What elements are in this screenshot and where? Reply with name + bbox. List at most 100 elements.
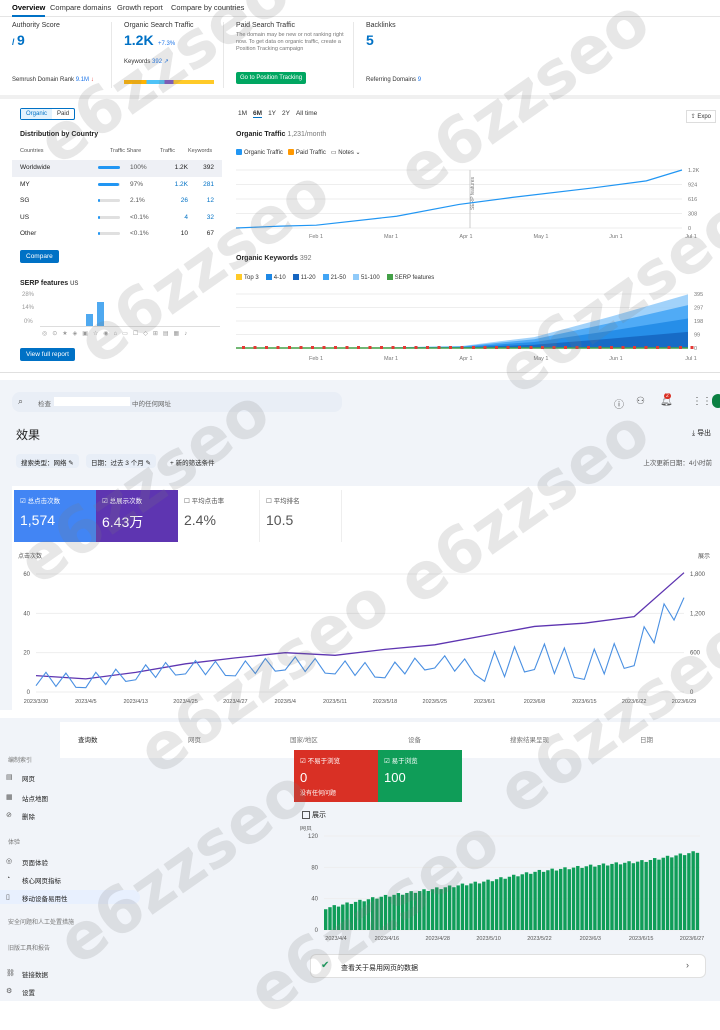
mobile-friendly-card[interactable]: ☑ 易于浏览 100 xyxy=(378,750,462,802)
table-row[interactable]: Other <0.1% 10 67 xyxy=(12,226,222,243)
time-range-selector: 1M 6M 1Y 2Y All time xyxy=(238,110,317,118)
table-row[interactable]: SG 2.1% 26 12 xyxy=(12,193,222,210)
range-1[interactable]: 6M xyxy=(253,110,263,118)
serp-marker xyxy=(506,346,510,349)
mobile-bar xyxy=(657,859,661,930)
range-4[interactable]: All time xyxy=(296,110,317,118)
add-filter-button[interactable]: + 新的筛选条件 xyxy=(170,457,215,467)
legend-item[interactable]: 11-20 xyxy=(292,274,316,281)
nav-section[interactable]: 编制索引 xyxy=(0,752,120,766)
url-inspect-search[interactable]: ⌕ 检查 中的任何网址 xyxy=(12,392,342,412)
position-tracking-button[interactable]: Go to Position Tracking xyxy=(236,72,307,84)
backlinks-value[interactable]: 5 xyxy=(366,32,466,48)
mobile-bar xyxy=(529,873,533,930)
mobile-bar xyxy=(537,869,542,930)
range-3[interactable]: 2Y xyxy=(282,110,290,118)
mobile-usability-chart: 网页 120 80 40 0 2023/4/4 2023/4/16 2023/4/28 2023… xyxy=(300,826,704,942)
export-button[interactable]: ⤓ 导出 xyxy=(692,428,711,438)
dimension-tab-2[interactable]: 国家/地区 xyxy=(290,734,318,744)
mobile-bar xyxy=(422,889,426,930)
x-tick: Feb 1 xyxy=(309,234,323,240)
legend-item[interactable]: Top 3 xyxy=(236,274,259,281)
nav-item[interactable]: ⚙ 设置 xyxy=(0,984,140,998)
serp-marker xyxy=(575,346,579,349)
range-0[interactable]: 1M xyxy=(238,110,247,118)
toggle-organic[interactable]: Organic xyxy=(21,109,53,119)
apps-grid-icon[interactable]: ⋮⋮ xyxy=(692,396,712,407)
legend-paid[interactable]: Paid Traffic xyxy=(287,149,326,156)
legend-item[interactable]: 51-100 xyxy=(352,274,380,281)
table-row[interactable]: MY 97% 1.2K 281 xyxy=(12,177,222,194)
dimension-tab-4[interactable]: 搜索结果呈现 xyxy=(510,734,549,744)
dimension-tab-3[interactable]: 设备 xyxy=(408,734,421,744)
metric-position[interactable]: ☐ 平均排名 10.5 xyxy=(260,490,342,542)
x-tick: Mar 1 xyxy=(384,234,398,240)
tab-compare-countries[interactable]: Compare by countries xyxy=(171,3,244,12)
nav-item[interactable]: ▦ 站点地图 xyxy=(0,790,140,804)
col-traffic-share: Traffic Share xyxy=(110,148,142,154)
nav-section[interactable]: 体验 xyxy=(0,834,120,848)
table-row[interactable]: Worldwide 100% 1.2K 392 xyxy=(12,160,222,177)
avatar[interactable] xyxy=(712,394,720,408)
user-admin-icon[interactable]: ⚇ xyxy=(636,396,645,407)
nav-item[interactable]: ⊘ 删除 xyxy=(0,808,140,822)
export-button[interactable]: ⇪ Expo xyxy=(685,110,716,123)
toggle-paid[interactable]: Paid xyxy=(52,109,74,119)
compare-button[interactable]: Compare xyxy=(20,250,59,263)
x-tick: 2023/4/27 xyxy=(223,699,247,705)
metric-impressions[interactable]: ☑ 总展示次数 6.43万 xyxy=(96,490,178,542)
table-row[interactable]: US <0.1% 4 32 xyxy=(12,210,222,227)
share-track xyxy=(98,199,120,202)
nav-item[interactable]: ◔ 核心网页指标 xyxy=(0,872,140,886)
tab-overview[interactable]: Overview xyxy=(12,3,46,17)
range-2[interactable]: 1Y xyxy=(268,110,276,118)
nav-item[interactable]: ◎ 页面体验 xyxy=(0,854,140,868)
tab-growth-report[interactable]: Growth report xyxy=(117,3,163,12)
dimension-tab-5[interactable]: 日期 xyxy=(640,734,653,744)
help-icon[interactable]: ⓘ xyxy=(614,396,624,411)
legend-swatch xyxy=(236,274,242,280)
nav-item[interactable]: ▯ 移动设备易用性 xyxy=(0,890,140,904)
x-tick: 2023/4/16 xyxy=(375,936,399,942)
mobile-bar xyxy=(366,899,371,930)
notification-bell-icon[interactable]: 🔔︎ 2 xyxy=(660,393,673,407)
metric-clicks[interactable]: ☑ 总点击次数 1,574 xyxy=(14,490,96,542)
serp-marker xyxy=(391,346,395,349)
share-fill xyxy=(98,199,100,202)
legend-item[interactable]: SERP features xyxy=(386,274,434,281)
view-full-report-button[interactable]: View full report xyxy=(20,348,75,361)
filter-chip-search-type[interactable]: 搜索类型：网络 ✎ xyxy=(16,454,79,468)
mobile-friendly-banner[interactable]: ✔ 查看关于易用网页的数据 › xyxy=(310,954,706,978)
mobile-bar xyxy=(580,867,584,930)
nav-section[interactable]: 安全问题和人工处置措施 xyxy=(0,914,120,928)
x-tick: 2023/4/25 xyxy=(173,699,197,705)
x-tick: 2023/3/30 xyxy=(24,699,48,705)
x-tick: 2023/4/13 xyxy=(123,699,147,705)
serp-marker xyxy=(368,346,372,349)
traffic-share: 2.1% xyxy=(130,197,145,204)
nav-item[interactable]: ▤ 网页 xyxy=(0,770,140,784)
legend-organic[interactable]: Organic Traffic xyxy=(236,149,283,156)
country-name: MY xyxy=(20,180,30,188)
not-mobile-friendly-card[interactable]: ☑ 不易于浏览 0 没有任何问题 xyxy=(294,750,378,802)
nav-label: 编制索引 xyxy=(8,758,33,764)
backlinks-label: Backlinks xyxy=(366,22,396,29)
legend-notes[interactable]: ▭ Notes ⌄ xyxy=(331,150,361,156)
tab-compare-domains[interactable]: Compare domains xyxy=(50,3,111,12)
semrush-panel: Overview Compare domains Growth report C… xyxy=(0,0,720,372)
legend-item[interactable]: 4-10 xyxy=(265,274,286,281)
mobile-bar xyxy=(388,896,392,930)
show-toggle[interactable]: 展示 xyxy=(302,810,326,820)
mobile-bar xyxy=(648,859,653,930)
nav-item[interactable]: ⛓ 链接数据 xyxy=(0,966,140,980)
organic-traffic-value[interactable]: 1.2K +7.3% xyxy=(124,32,223,50)
mobile-bar xyxy=(499,877,503,930)
dimension-tab-1[interactable]: 网页 xyxy=(188,734,201,744)
filter-chip-date[interactable]: 日期：过去 3 个月 ✎ xyxy=(86,454,156,468)
nav-section[interactable]: 旧版工具和报告 xyxy=(0,940,120,954)
legend-item[interactable]: 21-50 xyxy=(322,274,346,281)
status-sub: 没有任何问题 xyxy=(300,791,337,797)
x-tick: 2023/5/18 xyxy=(373,699,397,705)
dimension-tab-0[interactable]: 查询数 xyxy=(78,734,98,744)
metric-ctr[interactable]: ☐ 平均点击率 2.4% xyxy=(178,490,260,542)
